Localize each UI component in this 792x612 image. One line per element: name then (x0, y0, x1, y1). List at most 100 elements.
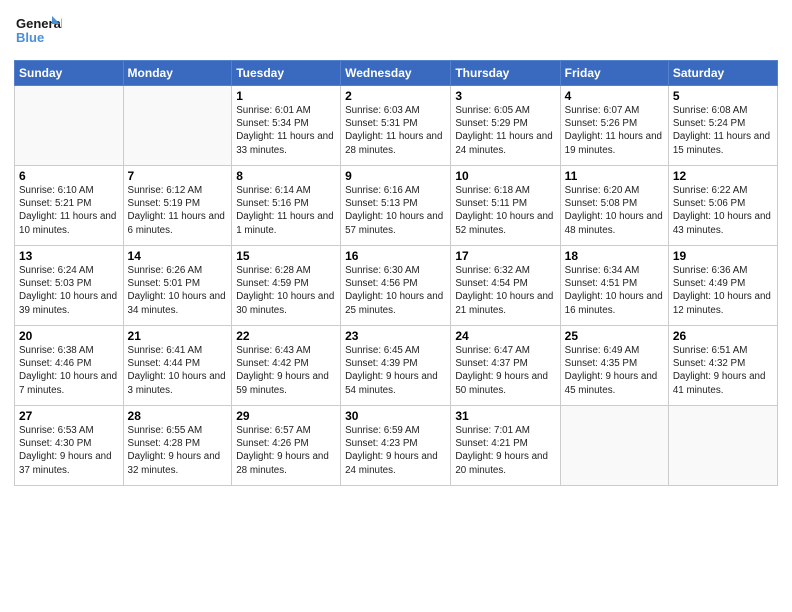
weekday-header: Saturday (668, 61, 777, 86)
day-info: Sunrise: 6:34 AMSunset: 4:51 PMDaylight:… (565, 264, 664, 317)
day-number: 21 (128, 329, 228, 343)
calendar-cell (560, 406, 668, 486)
day-info: Sunrise: 6:12 AMSunset: 5:19 PMDaylight:… (128, 184, 228, 237)
day-number: 3 (455, 89, 555, 103)
day-info: Sunrise: 6:36 AMSunset: 4:49 PMDaylight:… (673, 264, 773, 317)
day-number: 2 (345, 89, 446, 103)
calendar-cell: 24Sunrise: 6:47 AMSunset: 4:37 PMDayligh… (451, 326, 560, 406)
calendar-cell: 5Sunrise: 6:08 AMSunset: 5:24 PMDaylight… (668, 86, 777, 166)
day-info: Sunrise: 6:51 AMSunset: 4:32 PMDaylight:… (673, 344, 773, 397)
day-info: Sunrise: 6:49 AMSunset: 4:35 PMDaylight:… (565, 344, 664, 397)
day-number: 8 (236, 169, 336, 183)
day-info: Sunrise: 6:53 AMSunset: 4:30 PMDaylight:… (19, 424, 119, 477)
day-number: 1 (236, 89, 336, 103)
calendar-cell: 6Sunrise: 6:10 AMSunset: 5:21 PMDaylight… (15, 166, 124, 246)
weekday-header: Tuesday (232, 61, 341, 86)
calendar-week-row: 13Sunrise: 6:24 AMSunset: 5:03 PMDayligh… (15, 246, 778, 326)
calendar-cell (15, 86, 124, 166)
weekday-header: Monday (123, 61, 232, 86)
logo: General Blue (14, 10, 62, 52)
day-number: 17 (455, 249, 555, 263)
calendar-week-row: 1Sunrise: 6:01 AMSunset: 5:34 PMDaylight… (15, 86, 778, 166)
day-number: 30 (345, 409, 446, 423)
day-number: 20 (19, 329, 119, 343)
day-info: Sunrise: 6:07 AMSunset: 5:26 PMDaylight:… (565, 104, 664, 157)
day-info: Sunrise: 6:55 AMSunset: 4:28 PMDaylight:… (128, 424, 228, 477)
calendar-cell: 2Sunrise: 6:03 AMSunset: 5:31 PMDaylight… (341, 86, 451, 166)
day-info: Sunrise: 6:18 AMSunset: 5:11 PMDaylight:… (455, 184, 555, 237)
calendar-week-row: 6Sunrise: 6:10 AMSunset: 5:21 PMDaylight… (15, 166, 778, 246)
calendar-cell: 10Sunrise: 6:18 AMSunset: 5:11 PMDayligh… (451, 166, 560, 246)
calendar-cell: 31Sunrise: 7:01 AMSunset: 4:21 PMDayligh… (451, 406, 560, 486)
calendar-cell: 29Sunrise: 6:57 AMSunset: 4:26 PMDayligh… (232, 406, 341, 486)
calendar-cell (668, 406, 777, 486)
day-number: 29 (236, 409, 336, 423)
calendar-cell: 1Sunrise: 6:01 AMSunset: 5:34 PMDaylight… (232, 86, 341, 166)
day-info: Sunrise: 6:32 AMSunset: 4:54 PMDaylight:… (455, 264, 555, 317)
day-number: 4 (565, 89, 664, 103)
calendar-cell: 9Sunrise: 6:16 AMSunset: 5:13 PMDaylight… (341, 166, 451, 246)
day-info: Sunrise: 7:01 AMSunset: 4:21 PMDaylight:… (455, 424, 555, 477)
day-info: Sunrise: 6:28 AMSunset: 4:59 PMDaylight:… (236, 264, 336, 317)
day-info: Sunrise: 6:01 AMSunset: 5:34 PMDaylight:… (236, 104, 336, 157)
day-info: Sunrise: 6:45 AMSunset: 4:39 PMDaylight:… (345, 344, 446, 397)
day-number: 27 (19, 409, 119, 423)
day-info: Sunrise: 6:20 AMSunset: 5:08 PMDaylight:… (565, 184, 664, 237)
calendar-cell: 19Sunrise: 6:36 AMSunset: 4:49 PMDayligh… (668, 246, 777, 326)
calendar-cell: 7Sunrise: 6:12 AMSunset: 5:19 PMDaylight… (123, 166, 232, 246)
calendar-cell: 21Sunrise: 6:41 AMSunset: 4:44 PMDayligh… (123, 326, 232, 406)
day-number: 15 (236, 249, 336, 263)
day-number: 6 (19, 169, 119, 183)
weekday-header: Sunday (15, 61, 124, 86)
calendar-cell: 26Sunrise: 6:51 AMSunset: 4:32 PMDayligh… (668, 326, 777, 406)
calendar-cell: 3Sunrise: 6:05 AMSunset: 5:29 PMDaylight… (451, 86, 560, 166)
day-info: Sunrise: 6:08 AMSunset: 5:24 PMDaylight:… (673, 104, 773, 157)
day-number: 18 (565, 249, 664, 263)
day-number: 19 (673, 249, 773, 263)
day-number: 12 (673, 169, 773, 183)
day-info: Sunrise: 6:10 AMSunset: 5:21 PMDaylight:… (19, 184, 119, 237)
calendar-cell: 27Sunrise: 6:53 AMSunset: 4:30 PMDayligh… (15, 406, 124, 486)
weekday-header: Friday (560, 61, 668, 86)
calendar-cell: 25Sunrise: 6:49 AMSunset: 4:35 PMDayligh… (560, 326, 668, 406)
day-info: Sunrise: 6:59 AMSunset: 4:23 PMDaylight:… (345, 424, 446, 477)
calendar-cell: 13Sunrise: 6:24 AMSunset: 5:03 PMDayligh… (15, 246, 124, 326)
day-number: 9 (345, 169, 446, 183)
calendar-cell: 22Sunrise: 6:43 AMSunset: 4:42 PMDayligh… (232, 326, 341, 406)
day-info: Sunrise: 6:30 AMSunset: 4:56 PMDaylight:… (345, 264, 446, 317)
calendar-cell: 20Sunrise: 6:38 AMSunset: 4:46 PMDayligh… (15, 326, 124, 406)
page-header: General Blue (14, 10, 778, 52)
calendar-cell: 18Sunrise: 6:34 AMSunset: 4:51 PMDayligh… (560, 246, 668, 326)
day-info: Sunrise: 6:47 AMSunset: 4:37 PMDaylight:… (455, 344, 555, 397)
day-info: Sunrise: 6:26 AMSunset: 5:01 PMDaylight:… (128, 264, 228, 317)
calendar-cell: 12Sunrise: 6:22 AMSunset: 5:06 PMDayligh… (668, 166, 777, 246)
day-number: 11 (565, 169, 664, 183)
day-number: 5 (673, 89, 773, 103)
day-number: 22 (236, 329, 336, 343)
day-number: 14 (128, 249, 228, 263)
day-number: 24 (455, 329, 555, 343)
day-number: 10 (455, 169, 555, 183)
day-number: 26 (673, 329, 773, 343)
day-number: 7 (128, 169, 228, 183)
weekday-header: Wednesday (341, 61, 451, 86)
header-row: SundayMondayTuesdayWednesdayThursdayFrid… (15, 61, 778, 86)
day-info: Sunrise: 6:16 AMSunset: 5:13 PMDaylight:… (345, 184, 446, 237)
calendar-week-row: 27Sunrise: 6:53 AMSunset: 4:30 PMDayligh… (15, 406, 778, 486)
calendar-cell: 15Sunrise: 6:28 AMSunset: 4:59 PMDayligh… (232, 246, 341, 326)
day-info: Sunrise: 6:43 AMSunset: 4:42 PMDaylight:… (236, 344, 336, 397)
calendar-week-row: 20Sunrise: 6:38 AMSunset: 4:46 PMDayligh… (15, 326, 778, 406)
calendar-cell: 16Sunrise: 6:30 AMSunset: 4:56 PMDayligh… (341, 246, 451, 326)
calendar-cell (123, 86, 232, 166)
day-info: Sunrise: 6:38 AMSunset: 4:46 PMDaylight:… (19, 344, 119, 397)
weekday-header: Thursday (451, 61, 560, 86)
day-number: 31 (455, 409, 555, 423)
day-number: 13 (19, 249, 119, 263)
calendar-cell: 17Sunrise: 6:32 AMSunset: 4:54 PMDayligh… (451, 246, 560, 326)
day-number: 28 (128, 409, 228, 423)
calendar-table: SundayMondayTuesdayWednesdayThursdayFrid… (14, 60, 778, 486)
calendar-cell: 23Sunrise: 6:45 AMSunset: 4:39 PMDayligh… (341, 326, 451, 406)
calendar-cell: 14Sunrise: 6:26 AMSunset: 5:01 PMDayligh… (123, 246, 232, 326)
calendar-cell: 28Sunrise: 6:55 AMSunset: 4:28 PMDayligh… (123, 406, 232, 486)
calendar-cell: 30Sunrise: 6:59 AMSunset: 4:23 PMDayligh… (341, 406, 451, 486)
